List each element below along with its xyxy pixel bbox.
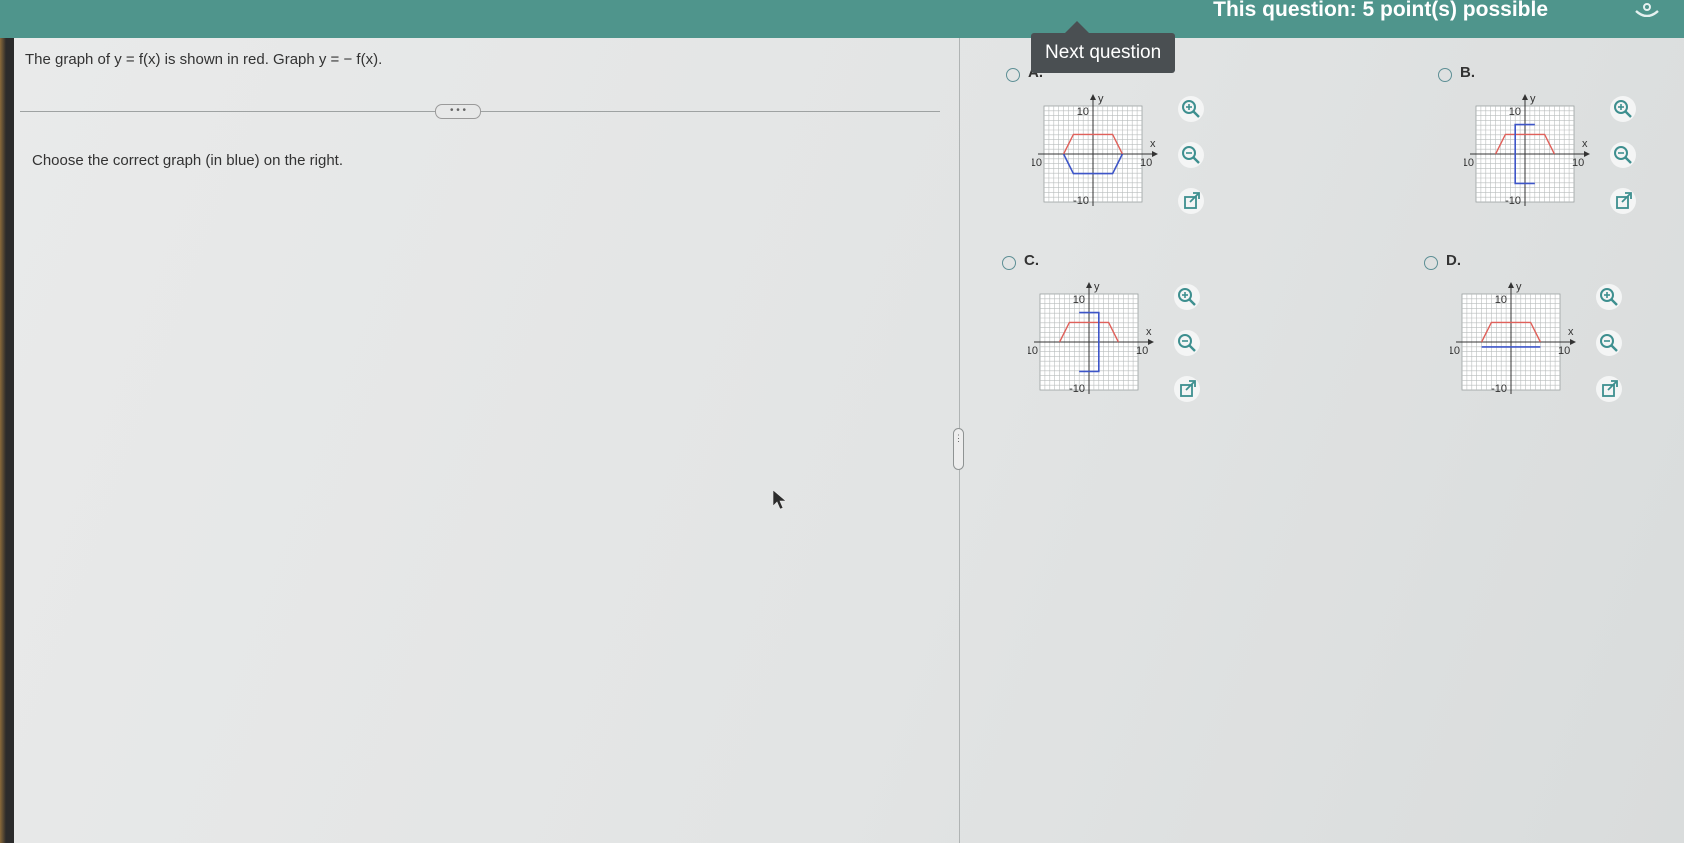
window-edge xyxy=(0,38,14,843)
svg-text:y: y xyxy=(1530,94,1536,105)
option-b-graph: y x 10 -10 10 -10 xyxy=(1464,94,1590,207)
svg-text:-10: -10 xyxy=(1450,345,1460,357)
resize-handle[interactable]: ⋮ xyxy=(953,428,964,470)
option-b-label: B. xyxy=(1460,64,1475,81)
option-c[interactable]: C. y x 10 -10 10 -10 xyxy=(1002,252,1222,417)
svg-text:-10: -10 xyxy=(1491,383,1507,395)
option-b[interactable]: B. y x 10 -10 10 -10 xyxy=(1438,64,1658,229)
svg-text:-10: -10 xyxy=(1032,157,1042,169)
svg-text:x: x xyxy=(1568,326,1574,338)
new-window-icon[interactable] xyxy=(1174,376,1200,402)
instruction-text: Choose the correct graph (in blue) on th… xyxy=(32,152,344,169)
svg-text:10: 10 xyxy=(1572,157,1584,169)
option-a[interactable]: A. yx10-1010-10 xyxy=(1006,64,1226,229)
zoom-in-icon[interactable] xyxy=(1596,284,1622,310)
svg-text:x: x xyxy=(1146,326,1152,338)
question-pane: The graph of y = f(x) is shown in red. G… xyxy=(14,38,959,843)
content-area: The graph of y = f(x) is shown in red. G… xyxy=(14,38,1684,843)
new-window-icon[interactable] xyxy=(1178,188,1204,214)
option-a-graph: y x 10 -10 10 -10 xyxy=(1032,94,1158,207)
option-b-radio[interactable] xyxy=(1438,68,1452,82)
zoom-in-icon[interactable] xyxy=(1610,96,1636,122)
mouse-cursor-icon xyxy=(773,490,787,510)
gear-icon[interactable] xyxy=(1634,0,1660,23)
top-bar: This question: 5 point(s) possible xyxy=(0,0,1684,38)
zoom-out-icon[interactable] xyxy=(1174,330,1200,356)
svg-text:-10: -10 xyxy=(1464,157,1474,169)
svg-text:10: 10 xyxy=(1509,106,1521,118)
option-c-label: C. xyxy=(1024,252,1039,269)
zoom-in-icon[interactable] xyxy=(1178,96,1204,122)
svg-text:x: x xyxy=(1582,138,1588,150)
question-text: The graph of y = f(x) is shown in red. G… xyxy=(25,51,383,68)
option-c-graph: y x 10 -10 10 -10 xyxy=(1028,282,1154,395)
points-possible: This question: 5 point(s) possible xyxy=(1213,0,1548,21)
svg-text:-10: -10 xyxy=(1505,195,1521,207)
svg-text:-10: -10 xyxy=(1073,195,1089,207)
new-window-icon[interactable] xyxy=(1596,376,1622,402)
expand-button[interactable]: • • • xyxy=(435,104,481,119)
svg-text:10: 10 xyxy=(1136,345,1148,357)
zoom-in-icon[interactable] xyxy=(1174,284,1200,310)
svg-text:10: 10 xyxy=(1495,294,1507,306)
svg-text:-10: -10 xyxy=(1069,383,1085,395)
zoom-out-icon[interactable] xyxy=(1610,142,1636,168)
svg-text:10: 10 xyxy=(1073,294,1085,306)
option-c-radio[interactable] xyxy=(1002,256,1016,270)
option-d-radio[interactable] xyxy=(1424,256,1438,270)
svg-text:10: 10 xyxy=(1140,157,1152,169)
option-d-graph: y x 10 -10 10 -10 xyxy=(1450,282,1576,395)
option-d-label: D. xyxy=(1446,252,1461,269)
option-d[interactable]: D. y x 10 -10 10 -10 xyxy=(1424,252,1644,417)
option-a-radio[interactable] xyxy=(1006,68,1020,82)
zoom-out-icon[interactable] xyxy=(1596,330,1622,356)
svg-text:10: 10 xyxy=(1558,345,1570,357)
svg-text:-10: -10 xyxy=(1028,345,1038,357)
svg-text:10: 10 xyxy=(1077,106,1089,118)
next-question-tooltip: Next question xyxy=(1031,21,1176,73)
svg-text:y: y xyxy=(1098,94,1104,105)
svg-text:y: y xyxy=(1094,282,1100,293)
zoom-out-icon[interactable] xyxy=(1178,142,1204,168)
svg-text:x: x xyxy=(1150,138,1156,150)
new-window-icon[interactable] xyxy=(1610,188,1636,214)
svg-text:y: y xyxy=(1516,282,1522,293)
